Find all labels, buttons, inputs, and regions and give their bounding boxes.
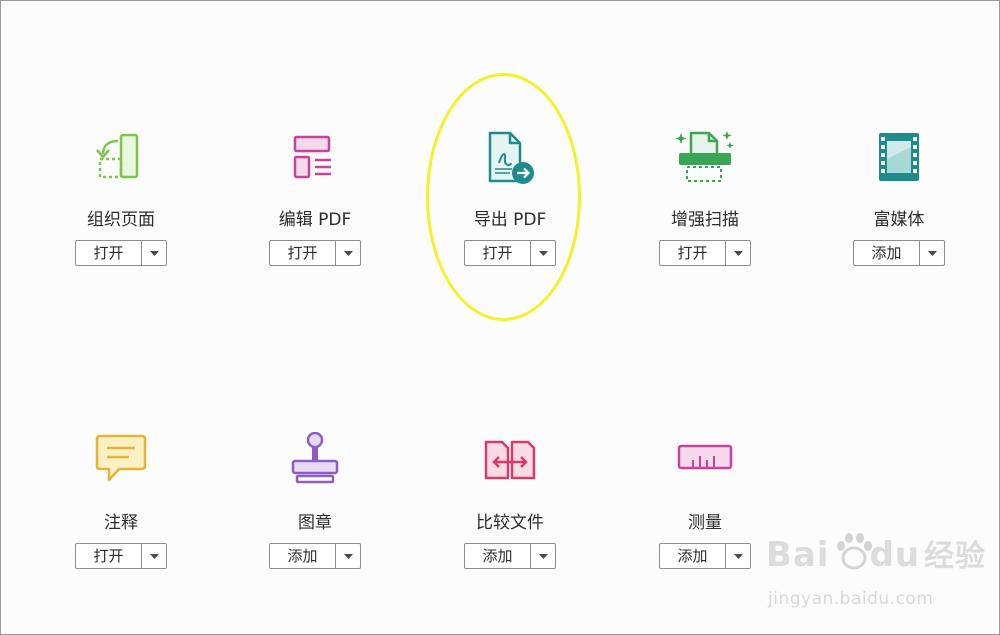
- organize-pages-icon[interactable]: [91, 129, 151, 189]
- tool-name: 富媒体: [873, 210, 925, 230]
- add-button[interactable]: 添加: [270, 544, 336, 568]
- tool-edit-pdf: 编辑 PDF 打开: [225, 129, 405, 289]
- add-split-button: 添加: [269, 543, 361, 569]
- watermark-url: jingyan.baidu.com: [768, 589, 934, 609]
- chevron-down-icon: [733, 553, 743, 559]
- open-button[interactable]: 打开: [660, 241, 726, 265]
- dropdown-button[interactable]: [142, 544, 166, 568]
- tool-enhance-scans: 增强扫描 打开: [615, 129, 795, 289]
- tool-name: 比较文件: [476, 513, 544, 533]
- watermark-logo-left: Bai: [766, 535, 830, 575]
- chevron-down-icon: [149, 553, 159, 559]
- open-split-button: 打开: [75, 240, 167, 266]
- open-button[interactable]: 打开: [270, 241, 336, 265]
- open-split-button: 打开: [659, 240, 751, 266]
- chevron-down-icon: [149, 250, 159, 256]
- tool-name: 组织页面: [87, 210, 155, 230]
- tool-name: 增强扫描: [671, 210, 739, 230]
- baidu-jingyan-watermark: Bai du 经验 jingyan.baidu.com: [766, 531, 985, 619]
- stamp-icon[interactable]: [285, 432, 345, 492]
- edit-pdf-icon[interactable]: [285, 129, 345, 189]
- tool-compare-files: 比较文件 添加: [420, 432, 600, 592]
- add-split-button: 添加: [659, 543, 751, 569]
- dropdown-button[interactable]: [531, 544, 555, 568]
- tool-rich-media: 富媒体 添加: [809, 129, 989, 289]
- measure-icon[interactable]: [675, 432, 735, 492]
- tool-name: 图章: [298, 513, 332, 533]
- open-split-button: 打开: [75, 543, 167, 569]
- watermark-logo: Bai du 经验: [766, 531, 986, 575]
- open-split-button: 打开: [269, 240, 361, 266]
- chevron-down-icon: [733, 250, 743, 256]
- tools-panel: 组织页面 打开 编辑 PDF 打开 导出 PDF 打开 增强扫描 打开 富媒体 …: [0, 0, 1000, 635]
- open-button[interactable]: 打开: [76, 241, 142, 265]
- chevron-down-icon: [343, 553, 353, 559]
- add-button[interactable]: 添加: [854, 241, 920, 265]
- add-button[interactable]: 添加: [465, 544, 531, 568]
- watermark-logo-cn: 经验: [924, 539, 987, 574]
- tool-name: 编辑 PDF: [278, 210, 352, 230]
- highlight-ellipse: [426, 73, 581, 321]
- watermark-logo-right: du: [869, 535, 921, 575]
- add-button[interactable]: 添加: [660, 544, 726, 568]
- dropdown-button[interactable]: [142, 241, 166, 265]
- open-button[interactable]: 打开: [76, 544, 142, 568]
- tool-stamp: 图章 添加: [225, 432, 405, 592]
- dropdown-button[interactable]: [920, 241, 944, 265]
- dropdown-button[interactable]: [336, 241, 360, 265]
- tool-organize-pages: 组织页面 打开: [31, 129, 211, 289]
- dropdown-button[interactable]: [726, 241, 750, 265]
- comment-icon[interactable]: [91, 432, 151, 492]
- compare-files-icon[interactable]: [480, 432, 540, 492]
- chevron-down-icon: [927, 250, 937, 256]
- add-split-button: 添加: [464, 543, 556, 569]
- tool-name: 测量: [688, 513, 722, 533]
- enhance-scans-icon[interactable]: [675, 129, 735, 189]
- tool-name: 注释: [104, 513, 138, 533]
- dropdown-button[interactable]: [336, 544, 360, 568]
- dropdown-button[interactable]: [726, 544, 750, 568]
- chevron-down-icon: [538, 553, 548, 559]
- rich-media-icon[interactable]: [869, 129, 929, 189]
- chevron-down-icon: [343, 250, 353, 256]
- tool-comment: 注释 打开: [31, 432, 211, 592]
- add-split-button: 添加: [853, 240, 945, 266]
- paw-icon: [837, 533, 872, 570]
